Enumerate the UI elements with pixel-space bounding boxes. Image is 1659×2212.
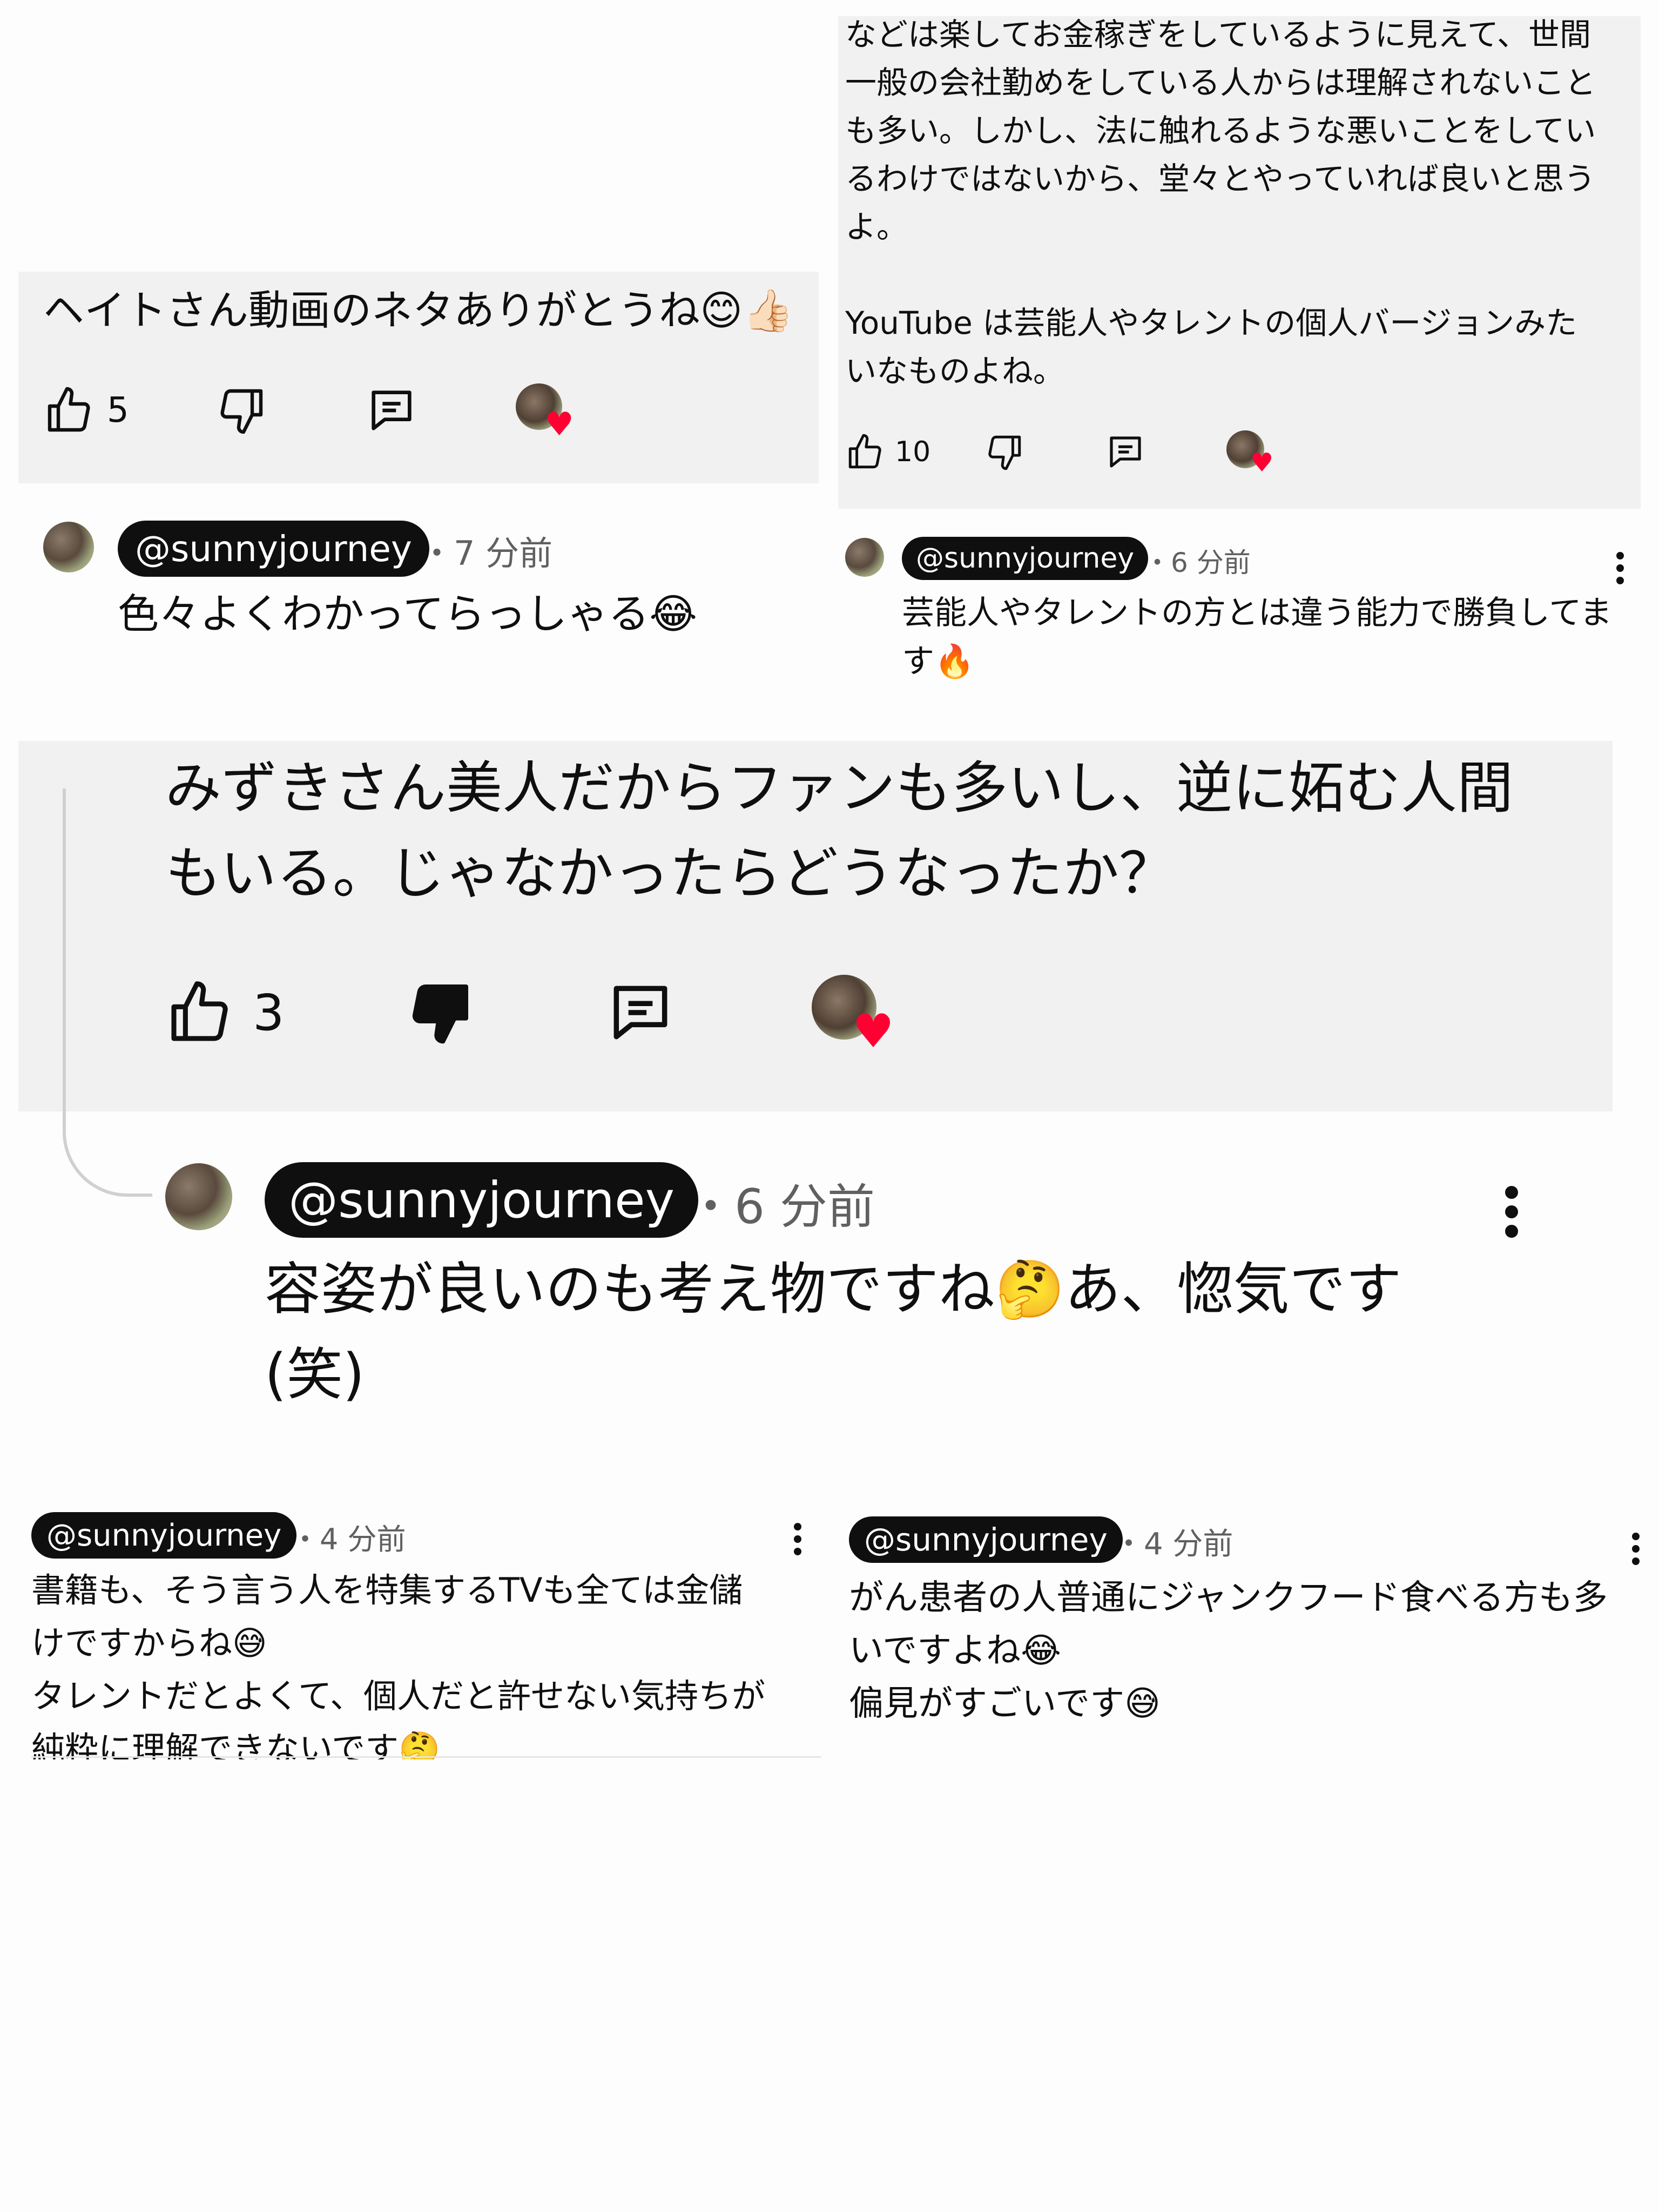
avatar [165,1163,232,1230]
timestamp: ・4 分前 [1114,1527,1233,1562]
like-count: 10 [895,436,931,468]
channel-handle[interactable]: @sunnyjourney [31,1512,297,1559]
thread-connector [63,788,152,1197]
channel-handle[interactable]: @sunnyjourney [265,1162,699,1238]
reply-button[interactable] [365,383,419,437]
dislike-button-selected[interactable] [406,978,475,1047]
timestamp: ・7 分前 [420,534,553,573]
avatar [43,522,94,572]
comment-actions: 10 ♥ [845,428,1280,476]
thumbs-down-icon [412,984,468,1044]
reply-text: がん患者の人普通にジャンクフード食べる方も多 いですよね😂 偏見がすごいです😅 [849,1578,1608,1724]
reply-text: 書籍も、そう言う人を特集するTVも全ては金儲 けですからね😅 タレントだとよくて… [31,1570,766,1759]
divider [31,1756,821,1758]
creator-heart-icon: ♥ [1226,430,1280,476]
channel-handle-text: @sunnyjourney [46,1518,282,1553]
creator-heart-icon: ♥ [515,383,581,441]
more-vert-icon[interactable] [1615,552,1626,584]
channel-handle[interactable]: @sunnyjourney [902,537,1149,580]
thumbs-up-icon [48,387,90,432]
comment-text: などは楽してお金稼ぎをしているように見えて、世間 一般の会社勤めをしている人から… [845,16,1596,389]
thumbs-down-icon [988,435,1021,470]
more-vert-icon[interactable] [1631,1533,1641,1565]
comment-icon [372,390,412,430]
channel-handle[interactable]: @sunnyjourney [849,1516,1123,1563]
timestamp: ・6 分前 [1144,547,1251,578]
dislike-button[interactable] [215,385,267,436]
reply-text: 芸能人やタレントの方とは違う能力で勝負してま す🔥 [902,594,1613,680]
thumbs-up-icon [171,981,228,1041]
channel-handle-text: @sunnyjourney [288,1171,675,1229]
comment-actions: 3 ♥ [165,972,903,1055]
more-vert-icon[interactable] [1503,1186,1520,1238]
like-button[interactable]: 3 [165,978,285,1047]
channel-handle[interactable]: @sunnyjourney [118,521,429,577]
dislike-button[interactable] [984,432,1024,472]
timestamp: ・6 分前 [687,1179,875,1235]
comment-icon [613,986,667,1040]
comment-actions: 5 ♥ [43,381,581,441]
more-vert-icon[interactable] [793,1523,802,1555]
like-count: 5 [107,390,129,430]
avatar [845,538,884,577]
reply-button[interactable] [604,976,677,1049]
channel-handle-text: @sunnyjourney [135,528,412,570]
thumbs-down-icon [220,389,262,434]
creator-heart-icon: ♥ [811,975,903,1055]
like-count: 3 [253,983,285,1042]
reply-text: 容姿が良いのも考え物ですね🤔あ、惚気です (笑) [265,1256,1402,1407]
comment-text: ヘイトさん動画のネタありがとうね😊👍🏻 [43,286,794,334]
reply-button[interactable] [1104,431,1147,473]
timestamp: ・4 分前 [291,1522,406,1556]
comment-icon [1110,436,1141,468]
like-button[interactable]: 5 [43,385,129,436]
like-button[interactable]: 10 [845,432,930,472]
comment-text: みずきさん美人だからファンも多いし、逆に妬む人間 もいる。じゃなかったらどうなっ… [165,755,1514,906]
channel-handle-text: @sunnyjourney [864,1521,1108,1558]
channel-handle-text: @sunnyjourney [916,542,1135,575]
reply-text: 色々よくわかってらっしゃる😂 [118,590,698,638]
thumbs-up-icon [848,434,881,469]
